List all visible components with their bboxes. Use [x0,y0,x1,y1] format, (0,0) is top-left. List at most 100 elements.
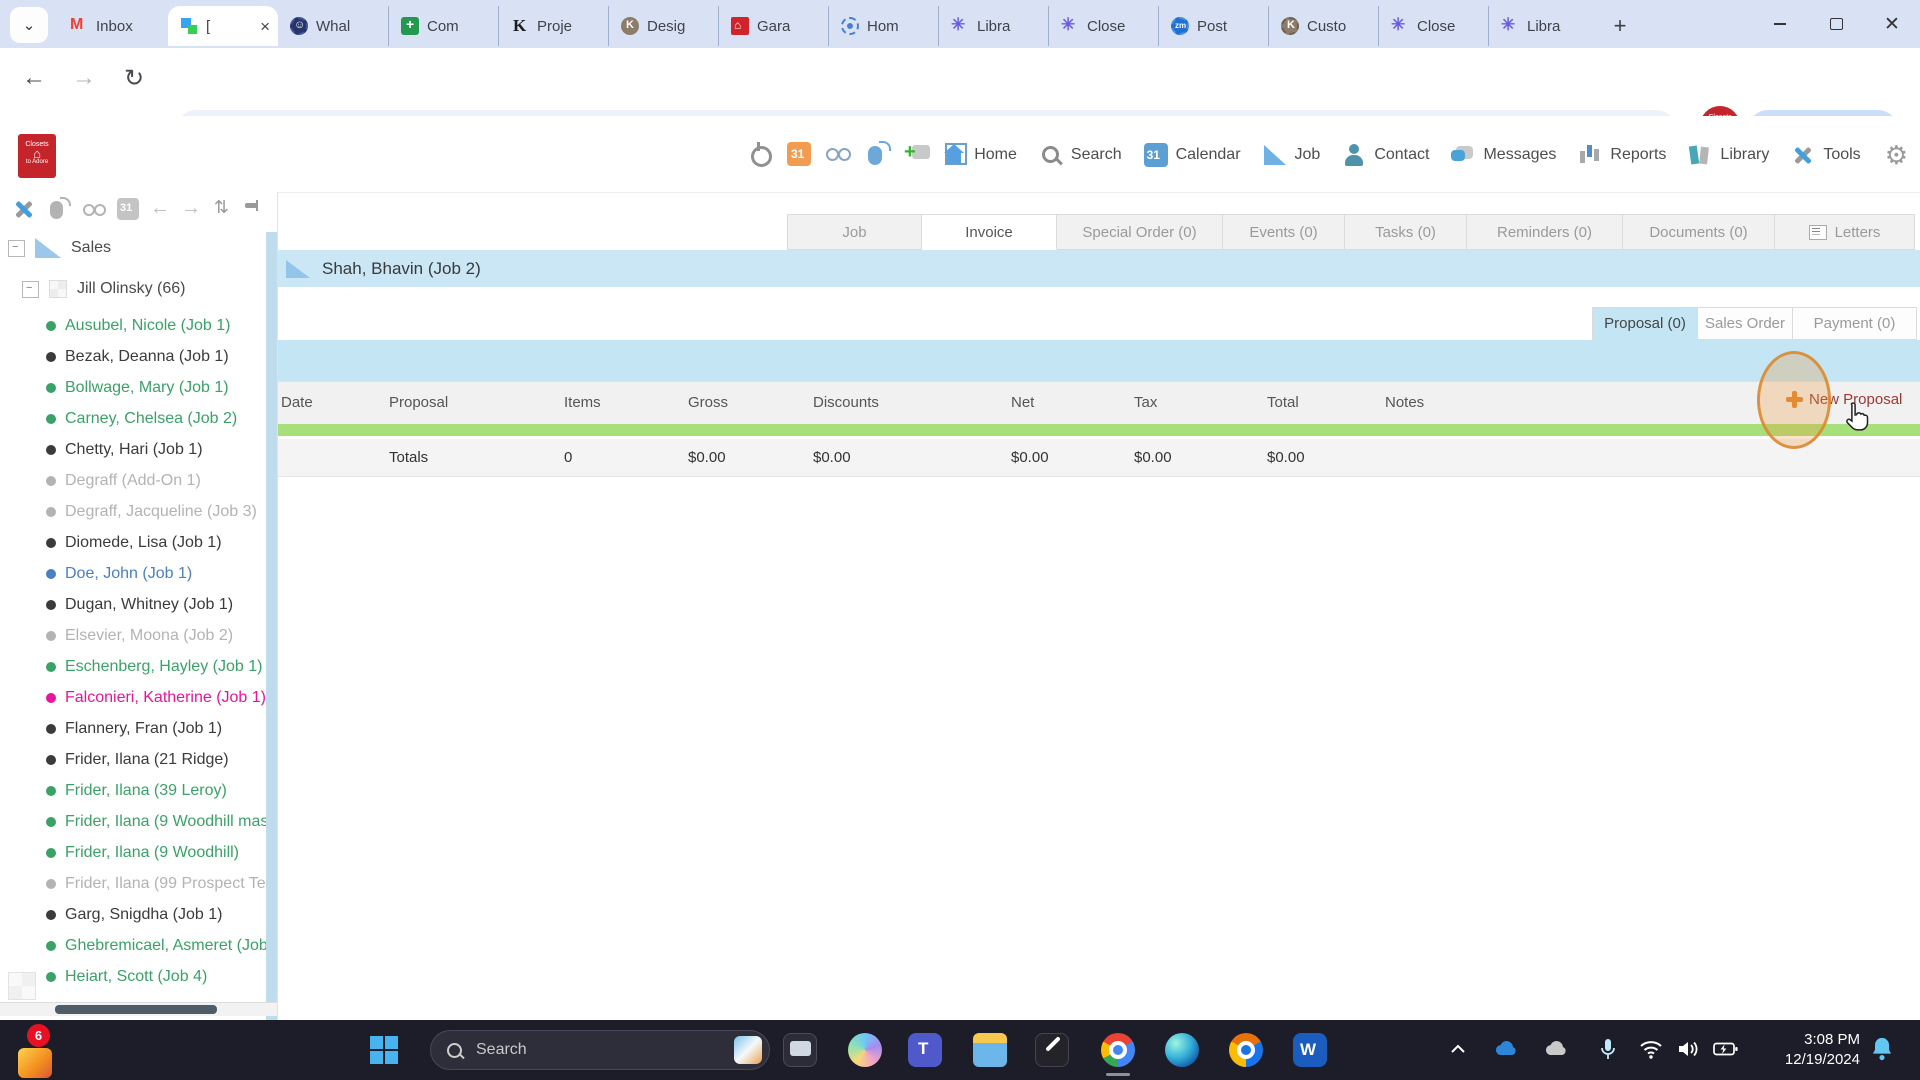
client-item[interactable]: Heiart, Scott (Job 4) [0,961,266,992]
client-item[interactable]: Bollwage, Mary (Job 1) [0,372,266,403]
reload-icon[interactable]: ↻ [124,64,144,93]
company-logo[interactable]: Closets ⌂ to Adore [18,134,56,178]
subtab-payment-[interactable]: Payment (0) [1793,307,1917,340]
close-button[interactable]: ✕ [1864,0,1920,48]
word-taskbar-icon[interactable] [1293,1033,1327,1067]
browser-tab[interactable]: Custo [1268,6,1378,46]
browser-tab[interactable]: Close [1048,6,1158,46]
browser-tab[interactable]: Gara [718,6,828,46]
subtab-proposal-[interactable]: Proposal (0) [1592,307,1698,340]
edge-taskbar-icon[interactable] [1165,1033,1199,1067]
client-item[interactable]: Degraff, Jacqueline (Job 3) [0,496,266,527]
browser-tab[interactable]: Post [1158,6,1268,46]
tray-chevron-up-icon[interactable] [1446,1037,1470,1061]
wifi-icon[interactable] [1638,1037,1664,1061]
explorer-taskbar-icon[interactable] [973,1033,1007,1067]
client-item[interactable]: Frider, Ilana (9 Woodhill) [0,837,266,868]
start-button[interactable] [370,1036,383,1049]
browser-tab[interactable]: Libra [938,6,1048,46]
client-item[interactable]: Diomede, Lisa (Job 1) [0,527,266,558]
client-item[interactable]: Garg, Snigdha (Job 1) [0,899,266,930]
client-item[interactable]: Chetty, Hari (Job 1) [0,434,266,465]
browser-tab[interactable]: Proje [498,6,608,46]
cloud-grey-icon[interactable] [1542,1037,1570,1061]
client-item[interactable]: Flannery, Fran (Job 1) [0,713,266,744]
sidebar-vertical-scrollbar[interactable] [266,232,277,1080]
tree-node-sales[interactable]: Sales [8,238,111,258]
refresh-icon[interactable]: ⇅ [214,197,229,221]
copilot-taskbar-icon[interactable] [848,1033,882,1067]
collapse-icon[interactable] [8,239,25,257]
sidebar-horizontal-scrollbar[interactable] [0,1002,278,1016]
chrome-taskbar-icon[interactable] [1101,1033,1135,1067]
tab-letters[interactable]: Letters [1775,214,1915,250]
tab-reminders-[interactable]: Reminders (0) [1467,214,1623,250]
browser-tab[interactable]: Inbox [58,6,168,46]
taskview-taskbar-icon[interactable] [783,1033,817,1067]
client-item[interactable]: Frider, Ilana (21 Ridge) [0,744,266,775]
client-item[interactable]: Falconieri, Katherine (Job 1) [0,682,266,713]
new-tab-button[interactable]: + [1606,12,1634,40]
back-icon[interactable]: ← [22,64,46,92]
tab-invoice[interactable]: Invoice [922,214,1057,250]
microphone-icon[interactable] [1596,1037,1620,1063]
tab-documents-[interactable]: Documents (0) [1623,214,1775,250]
power-icon[interactable] [747,141,773,167]
chrome2-taskbar-icon[interactable] [1229,1033,1263,1067]
gear-icon[interactable]: ⚙ [1885,142,1908,168]
calendar-orange-icon[interactable] [787,142,811,166]
scrollbar-thumb[interactable] [55,1005,217,1014]
nav-search[interactable]: Search [1039,143,1122,167]
arrow-right-icon[interactable]: → [181,197,201,221]
forward-icon[interactable]: → [72,64,96,92]
tab-tasks-[interactable]: Tasks (0) [1345,214,1467,250]
tools-icon[interactable] [12,197,36,221]
client-item[interactable]: Doe, John (Job 1) [0,558,266,589]
browser-tab[interactable]: Hom [828,6,938,46]
client-item[interactable]: Bezak, Deanna (Job 1) [0,341,266,372]
nav-job[interactable]: Job [1263,143,1320,167]
clock[interactable]: 3:08 PM 12/19/2024 [1748,1030,1860,1070]
client-item[interactable]: Degraff (Add-On 1) [0,465,266,496]
chat-add-icon[interactable] [904,141,931,167]
browser-tab[interactable]: Close [1378,6,1488,46]
client-item[interactable]: Ausubel, Nicole (Job 1) [0,310,266,341]
client-item[interactable]: Dugan, Whitney (Job 1) [0,589,266,620]
pen-taskbar-icon[interactable] [1035,1033,1069,1067]
arrow-left-icon[interactable]: ← [150,197,170,221]
notifications-bell-icon[interactable] [1868,1035,1896,1063]
mouse-icon[interactable] [865,141,891,167]
client-item[interactable]: Elsevier, Moona (Job 2) [0,620,266,651]
search-highlight-thumbnail[interactable] [734,1036,762,1064]
tab-job[interactable]: Job [787,214,922,250]
browser-tab[interactable]: [× [168,6,278,46]
tab-close-icon[interactable]: × [260,18,270,35]
client-item[interactable]: Ghebremicael, Asmeret (Job 1 [0,930,266,961]
maximize-button[interactable] [1808,0,1864,48]
subtab-sales-order[interactable]: Sales Order [1698,307,1793,340]
taskbar-search[interactable]: Search [430,1030,770,1070]
onedrive-cloud-icon[interactable] [1492,1037,1520,1061]
mouse-icon[interactable] [47,197,71,221]
binoculars-icon[interactable] [825,141,851,167]
tab-search-chevron-icon[interactable]: ⌄ [10,7,48,43]
client-item[interactable]: Frider, Ilana (9 Woodhill maste [0,806,266,837]
browser-tab[interactable]: Whal [278,6,388,46]
minimize-button[interactable] [1752,0,1808,48]
volume-icon[interactable] [1676,1037,1702,1061]
binoculars-icon[interactable] [82,197,106,221]
teams-taskbar-icon[interactable] [908,1033,942,1067]
browser-tab[interactable]: Libra [1488,6,1598,46]
collapse-icon[interactable] [22,280,39,298]
client-item[interactable]: Frider, Ilana (39 Leroy) [0,775,266,806]
nav-messages[interactable]: Messages [1451,143,1556,167]
nav-library[interactable]: Library [1688,143,1769,167]
widgets-button[interactable] [18,1048,52,1078]
browser-tab[interactable]: Desig [608,6,718,46]
client-item[interactable]: Frider, Ilana (99 Prospect Terr) [0,868,266,899]
nav-calendar[interactable]: Calendar [1143,143,1241,167]
battery-icon[interactable] [1712,1037,1740,1061]
nav-tools[interactable]: Tools [1791,143,1860,167]
browser-tab[interactable]: Com [388,6,498,46]
nav-contact[interactable]: Contact [1342,143,1429,167]
